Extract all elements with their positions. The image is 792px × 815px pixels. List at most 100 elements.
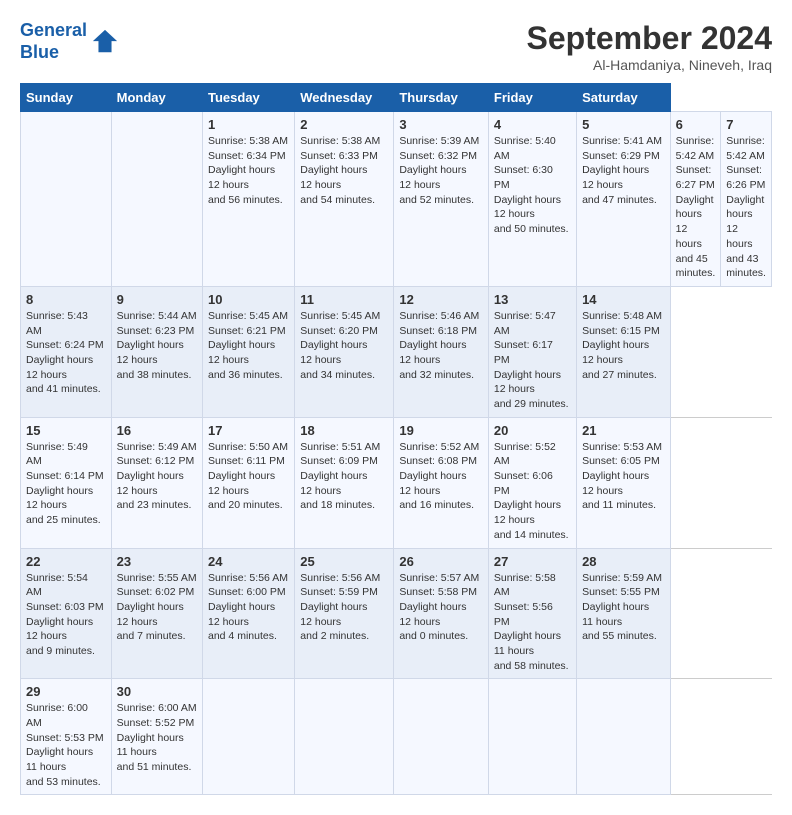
day-info: Sunrise: 5:42 AMSunset: 6:26 PMDaylight … — [726, 134, 766, 281]
weekday-header-sunday: Sunday — [21, 84, 112, 112]
day-number: 10 — [208, 292, 289, 307]
location: Al-Hamdaniya, Nineveh, Iraq — [527, 57, 772, 73]
calendar-cell: 18 Sunrise: 5:51 AMSunset: 6:09 PMDayligh… — [295, 417, 394, 548]
calendar-cell: 29 Sunrise: 6:00 AMSunset: 5:53 PMDayligh… — [21, 679, 112, 795]
day-number: 4 — [494, 117, 571, 132]
page-header: GeneralBlue September 2024 Al-Hamdaniya,… — [20, 20, 772, 73]
logo: GeneralBlue — [20, 20, 119, 63]
calendar-cell: 23 Sunrise: 5:55 AMSunset: 6:02 PMDayligh… — [111, 548, 202, 679]
calendar-cell: 19 Sunrise: 5:52 AMSunset: 6:08 PMDayligh… — [394, 417, 489, 548]
day-info: Sunrise: 5:42 AMSunset: 6:27 PMDaylight … — [676, 134, 716, 281]
calendar-cell: 3 Sunrise: 5:39 AMSunset: 6:32 PMDaylight… — [394, 112, 489, 287]
day-info: Sunrise: 5:38 AMSunset: 6:33 PMDaylight … — [300, 134, 388, 207]
day-number: 28 — [582, 554, 665, 569]
calendar-cell: 9 Sunrise: 5:44 AMSunset: 6:23 PMDaylight… — [111, 286, 202, 417]
day-number: 8 — [26, 292, 106, 307]
day-info: Sunrise: 5:52 AMSunset: 6:06 PMDaylight … — [494, 440, 571, 543]
calendar-cell: 13 Sunrise: 5:47 AMSunset: 6:17 PMDayligh… — [488, 286, 576, 417]
day-info: Sunrise: 5:49 AMSunset: 6:12 PMDaylight … — [117, 440, 197, 513]
calendar-cell — [394, 679, 489, 795]
calendar-week-row: 8 Sunrise: 5:43 AMSunset: 6:24 PMDaylight… — [21, 286, 772, 417]
day-number: 27 — [494, 554, 571, 569]
day-number: 30 — [117, 684, 197, 699]
day-info: Sunrise: 5:48 AMSunset: 6:15 PMDaylight … — [582, 309, 665, 382]
day-number: 1 — [208, 117, 289, 132]
calendar-cell: 17 Sunrise: 5:50 AMSunset: 6:11 PMDayligh… — [203, 417, 295, 548]
calendar-table: SundayMondayTuesdayWednesdayThursdayFrid… — [20, 83, 772, 795]
day-info: Sunrise: 5:44 AMSunset: 6:23 PMDaylight … — [117, 309, 197, 382]
day-info: Sunrise: 5:52 AMSunset: 6:08 PMDaylight … — [399, 440, 483, 513]
weekday-header-tuesday: Tuesday — [203, 84, 295, 112]
calendar-cell: 12Sunrise: 5:46 AMSunset: 6:18 PMDayligh… — [394, 286, 489, 417]
calendar-week-row: 1 Sunrise: 5:38 AMSunset: 6:34 PMDaylight… — [21, 112, 772, 287]
calendar-cell: 22 Sunrise: 5:54 AMSunset: 6:03 PMDayligh… — [21, 548, 112, 679]
day-number: 3 — [399, 117, 483, 132]
logo-icon — [91, 28, 119, 56]
calendar-cell — [111, 112, 202, 287]
calendar-cell — [21, 112, 112, 287]
day-info: Sunrise: 5:43 AMSunset: 6:24 PMDaylight … — [26, 309, 106, 397]
day-info: Sunrise: 5:40 AMSunset: 6:30 PMDaylight … — [494, 134, 571, 237]
calendar-week-row: 15 Sunrise: 5:49 AMSunset: 6:14 PMDayligh… — [21, 417, 772, 548]
day-number: 22 — [26, 554, 106, 569]
day-info: Sunrise: 5:53 AMSunset: 6:05 PMDaylight … — [582, 440, 665, 513]
weekday-header-monday: Monday — [111, 84, 202, 112]
weekday-header-friday: Friday — [488, 84, 576, 112]
calendar-cell: 2 Sunrise: 5:38 AMSunset: 6:33 PMDaylight… — [295, 112, 394, 287]
day-info: Sunrise: 5:58 AMSunset: 5:56 PMDaylight … — [494, 571, 571, 674]
day-info: Sunrise: 5:59 AMSunset: 5:55 PMDaylight … — [582, 571, 665, 644]
calendar-cell: 15 Sunrise: 5:49 AMSunset: 6:14 PMDayligh… — [21, 417, 112, 548]
calendar-cell: 20 Sunrise: 5:52 AMSunset: 6:06 PMDayligh… — [488, 417, 576, 548]
day-number: 11 — [300, 292, 388, 307]
day-number: 20 — [494, 423, 571, 438]
day-number: 18 — [300, 423, 388, 438]
day-number: 29 — [26, 684, 106, 699]
day-number: 19 — [399, 423, 483, 438]
title-block: September 2024 Al-Hamdaniya, Nineveh, Ir… — [527, 20, 772, 73]
day-info: Sunrise: 5:45 AMSunset: 6:20 PMDaylight … — [300, 309, 388, 382]
day-info: Sunrise: 5:56 AMSunset: 6:00 PMDaylight … — [208, 571, 289, 644]
day-info: Sunrise: 5:50 AMSunset: 6:11 PMDaylight … — [208, 440, 289, 513]
day-info: Sunrise: 5:56 AMSunset: 5:59 PMDaylight … — [300, 571, 388, 644]
day-info: Sunrise: 5:47 AMSunset: 6:17 PMDaylight … — [494, 309, 571, 412]
day-number: 21 — [582, 423, 665, 438]
calendar-cell: 30Sunrise: 6:00 AMSunset: 5:52 PMDayligh… — [111, 679, 202, 795]
calendar-cell — [577, 679, 671, 795]
calendar-week-row: 22 Sunrise: 5:54 AMSunset: 6:03 PMDayligh… — [21, 548, 772, 679]
calendar-cell: 28 Sunrise: 5:59 AMSunset: 5:55 PMDayligh… — [577, 548, 671, 679]
calendar-cell — [203, 679, 295, 795]
logo-text: GeneralBlue — [20, 20, 87, 63]
day-number: 13 — [494, 292, 571, 307]
day-info: Sunrise: 5:39 AMSunset: 6:32 PMDaylight … — [399, 134, 483, 207]
day-number: 23 — [117, 554, 197, 569]
day-info: Sunrise: 5:38 AMSunset: 6:34 PMDaylight … — [208, 134, 289, 207]
calendar-week-row: 29 Sunrise: 6:00 AMSunset: 5:53 PMDayligh… — [21, 679, 772, 795]
day-info: Sunrise: 5:55 AMSunset: 6:02 PMDaylight … — [117, 571, 197, 644]
day-number: 5 — [582, 117, 665, 132]
day-number: 15 — [26, 423, 106, 438]
month-title: September 2024 — [527, 20, 772, 57]
day-number: 24 — [208, 554, 289, 569]
calendar-cell: 1 Sunrise: 5:38 AMSunset: 6:34 PMDaylight… — [203, 112, 295, 287]
weekday-header-saturday: Saturday — [577, 84, 671, 112]
weekday-header-thursday: Thursday — [394, 84, 489, 112]
day-number: 9 — [117, 292, 197, 307]
day-number: 16 — [117, 423, 197, 438]
calendar-cell: 16 Sunrise: 5:49 AMSunset: 6:12 PMDayligh… — [111, 417, 202, 548]
weekday-header-wednesday: Wednesday — [295, 84, 394, 112]
day-number: 6 — [676, 117, 716, 132]
calendar-cell: 21 Sunrise: 5:53 AMSunset: 6:05 PMDayligh… — [577, 417, 671, 548]
calendar-cell — [488, 679, 576, 795]
day-info: Sunrise: 5:54 AMSunset: 6:03 PMDaylight … — [26, 571, 106, 659]
day-number: 14 — [582, 292, 665, 307]
weekday-header-row: SundayMondayTuesdayWednesdayThursdayFrid… — [21, 84, 772, 112]
calendar-cell: 24 Sunrise: 5:56 AMSunset: 6:00 PMDayligh… — [203, 548, 295, 679]
day-info: Sunrise: 6:00 AMSunset: 5:53 PMDaylight … — [26, 701, 106, 789]
day-info: Sunrise: 5:49 AMSunset: 6:14 PMDaylight … — [26, 440, 106, 528]
calendar-cell: 4 Sunrise: 5:40 AMSunset: 6:30 PMDaylight… — [488, 112, 576, 287]
day-info: Sunrise: 5:46 AMSunset: 6:18 PMDaylight … — [399, 309, 483, 382]
day-number: 2 — [300, 117, 388, 132]
day-number: 17 — [208, 423, 289, 438]
calendar-cell: 5Sunrise: 5:41 AMSunset: 6:29 PMDaylight… — [577, 112, 671, 287]
day-info: Sunrise: 5:51 AMSunset: 6:09 PMDaylight … — [300, 440, 388, 513]
